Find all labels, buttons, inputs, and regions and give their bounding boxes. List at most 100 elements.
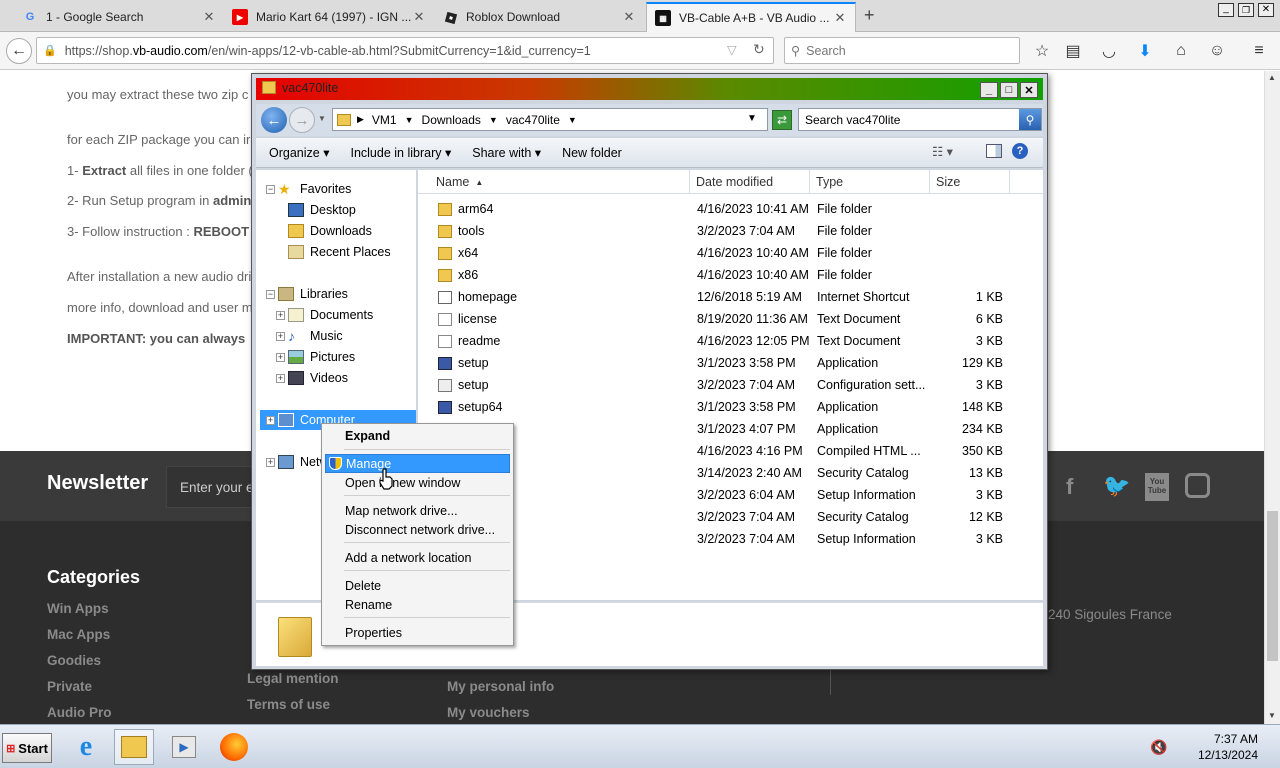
forward-arrow-icon[interactable]: → (289, 107, 315, 133)
refresh-icon[interactable]: ⇄ (772, 110, 792, 130)
start-button[interactable]: ⊞ Start (2, 733, 52, 763)
preview-pane-icon[interactable] (986, 144, 1002, 158)
reload-icon[interactable]: ↻ (753, 41, 765, 58)
expand-icon[interactable]: + (276, 353, 285, 362)
menu-item-properties[interactable]: Properties (325, 623, 510, 642)
include-in-library-menu[interactable]: Include in library ▾ (350, 145, 451, 160)
close-tab-icon[interactable]: ✕ (202, 9, 216, 25)
file-row[interactable]: readme 4/16/2023 12:05 PM Text Document 3 K… (418, 331, 1043, 353)
expand-icon[interactable]: + (276, 332, 285, 341)
downloads-icon[interactable]: ⬇ (1132, 38, 1158, 64)
menu-item-expand[interactable]: Expand (325, 426, 510, 445)
collapse-icon[interactable]: − (266, 290, 275, 299)
footer-link-terms[interactable]: Terms of use (247, 697, 330, 712)
menu-item-disconnect-network-drive[interactable]: Disconnect network drive... (325, 520, 510, 539)
chevron-down-icon[interactable]: ▼ (568, 115, 577, 125)
newsletter-email-input[interactable]: Enter your e (166, 466, 256, 508)
collapse-icon[interactable]: − (266, 185, 275, 194)
nav-recent-places[interactable]: Recent Places (288, 242, 391, 262)
column-date-modified[interactable]: Date modified (690, 170, 810, 194)
menu-item-delete[interactable]: Delete (325, 576, 510, 595)
nav-libraries[interactable]: Libraries (278, 284, 348, 304)
facebook-icon[interactable]: f (1066, 474, 1073, 500)
minimize-button[interactable]: _ (980, 82, 998, 98)
column-type[interactable]: Type (810, 170, 930, 194)
column-name[interactable]: Name ▲ (418, 170, 690, 194)
menu-item-rename[interactable]: Rename (325, 595, 510, 614)
scroll-up-arrow[interactable]: ▲ (1268, 73, 1276, 82)
nav-pictures[interactable]: Pictures (288, 347, 355, 367)
footer-link-legal[interactable]: Legal mention (247, 671, 339, 686)
explorer-taskbar-icon[interactable] (114, 729, 154, 765)
media-player-icon[interactable]: ▶ (164, 729, 204, 765)
menu-item-add-network-location[interactable]: Add a network location (325, 548, 510, 567)
footer-link-audio-pro[interactable]: Audio Pro (47, 705, 112, 720)
file-row[interactable]: arm64 4/16/2023 10:41 AM File folder (418, 199, 1043, 221)
new-tab-button[interactable]: + (864, 5, 875, 26)
nav-music[interactable]: ♪ Music (288, 326, 343, 346)
footer-link-vouchers[interactable]: My vouchers (447, 705, 530, 720)
breadcrumb-vac470lite[interactable]: vac470lite (506, 113, 560, 127)
url-bar[interactable]: 🔒 https://shop. vb-audio.com/en/win-apps/… (36, 37, 774, 64)
file-row[interactable]: homepage 12/6/2018 5:19 AM Internet Shortc… (418, 287, 1043, 309)
restore-button[interactable]: ❐ (1238, 3, 1254, 17)
column-size[interactable]: Size (930, 170, 1010, 194)
maximize-button[interactable]: □ (1000, 82, 1018, 98)
instagram-icon[interactable] (1185, 473, 1210, 498)
tab-google-search[interactable]: G 1 - Google Search ✕ (14, 2, 224, 32)
organize-menu[interactable]: Organize ▾ (269, 145, 329, 160)
file-row[interactable]: setup 3/1/2023 3:58 PM Application 129 KB (418, 353, 1043, 375)
file-row[interactable]: x64 4/16/2023 10:40 AM File folder (418, 243, 1043, 265)
close-tab-icon[interactable]: ✕ (412, 9, 426, 25)
file-row[interactable]: license 8/19/2020 11:36 AM Text Document 6 … (418, 309, 1043, 331)
footer-link-goodies[interactable]: Goodies (47, 653, 101, 668)
search-input[interactable]: ⚲ Search (784, 37, 1020, 64)
expand-icon[interactable]: + (266, 416, 275, 425)
internet-explorer-icon[interactable]: e (66, 729, 106, 765)
search-icon[interactable]: ⚲ (1019, 109, 1041, 130)
view-options-icon[interactable]: ☷ ▾ (932, 144, 953, 159)
footer-link-mac-apps[interactable]: Mac Apps (47, 627, 110, 642)
menu-item-open-new-window[interactable]: Open in new window (325, 473, 510, 492)
nav-favorites[interactable]: ★ Favorites (278, 179, 351, 199)
youtube-icon[interactable]: You Tube (1145, 473, 1169, 501)
nav-documents[interactable]: Documents (288, 305, 373, 325)
folder-search-input[interactable]: Search vac470lite ⚲ (798, 108, 1042, 131)
bookmark-star-icon[interactable]: ☆ (1029, 38, 1055, 64)
close-tab-icon[interactable]: ✕ (622, 9, 636, 25)
tab-vb-cable[interactable]: ▦ VB-Cable A+B - VB Audio ... ✕ (646, 2, 856, 32)
chevron-right-icon[interactable]: ▶ (357, 114, 364, 125)
tab-roblox-download[interactable]: Roblox Download ✕ (434, 2, 644, 32)
file-row[interactable]: setup 3/2/2023 7:04 AM Configuration sett.… (418, 375, 1043, 397)
help-icon[interactable]: ? (1012, 143, 1028, 159)
page-scrollbar[interactable]: ▲ ▼ (1264, 71, 1280, 724)
expand-icon[interactable]: + (266, 458, 275, 467)
recent-pages-icon[interactable]: ▼ (318, 114, 326, 123)
breadcrumb-downloads[interactable]: Downloads (422, 113, 481, 127)
twitter-icon[interactable]: 🐦 (1103, 473, 1130, 499)
home-icon[interactable]: ⌂ (1168, 38, 1194, 64)
explorer-title-bar[interactable]: vac470lite _ □ ✕ (256, 78, 1043, 100)
back-button[interactable]: ← (6, 38, 32, 64)
close-tab-icon[interactable]: ✕ (833, 10, 847, 26)
close-button[interactable]: ✕ (1020, 82, 1038, 98)
new-folder-button[interactable]: New folder (562, 146, 622, 160)
pocket-icon[interactable]: ◡ (1096, 38, 1122, 64)
chat-icon[interactable]: ☺ (1204, 38, 1230, 64)
reader-list-icon[interactable]: ▤ (1060, 38, 1086, 64)
share-with-menu[interactable]: Share with ▾ (472, 145, 541, 160)
footer-link-private[interactable]: Private (47, 679, 92, 694)
volume-muted-icon[interactable]: 🔇 (1150, 739, 1167, 756)
scroll-down-arrow[interactable]: ▼ (1268, 711, 1276, 720)
back-arrow-icon[interactable]: ← (261, 107, 287, 133)
minimize-button[interactable]: _ (1218, 3, 1234, 17)
tab-mario-kart[interactable]: ▶ Mario Kart 64 (1997) - IGN ... ✕ (224, 2, 434, 32)
close-window-button[interactable]: ✕ (1258, 3, 1274, 17)
chevron-down-icon[interactable]: ▼ (489, 115, 498, 125)
address-bar[interactable]: ▶ VM1 ▼ Downloads ▼ vac470lite ▼ ▼ (332, 108, 768, 131)
expand-icon[interactable]: + (276, 374, 285, 383)
scroll-thumb[interactable] (1267, 511, 1278, 661)
system-clock[interactable]: 7:37 AM 12/13/2024 (1192, 731, 1258, 763)
nav-downloads[interactable]: Downloads (288, 221, 372, 241)
file-row[interactable]: x86 4/16/2023 10:40 AM File folder (418, 265, 1043, 287)
